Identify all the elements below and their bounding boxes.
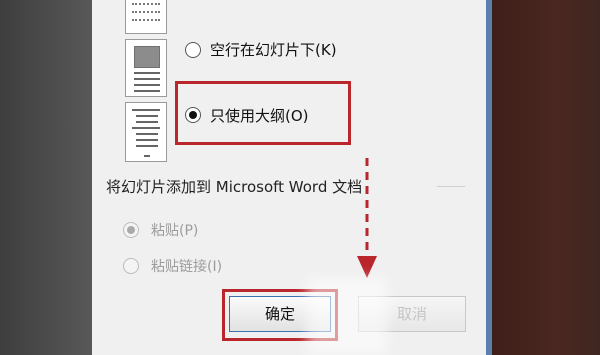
radio-blank-lines[interactable] xyxy=(185,42,201,58)
thumb-line xyxy=(144,155,150,157)
thumb-line xyxy=(136,133,158,135)
section-divider xyxy=(437,186,465,187)
thumb-line xyxy=(136,115,158,117)
thumb-wave xyxy=(132,19,160,27)
radio-paste[interactable] xyxy=(123,222,139,238)
label-paste-link[interactable]: 粘贴链接(I) xyxy=(151,256,222,276)
thumb-line xyxy=(134,90,160,92)
section-title-add-to-word: 将幻灯片添加到 Microsoft Word 文档 xyxy=(106,178,363,196)
screen-glare xyxy=(307,278,387,355)
send-to-word-dialog: 空行在幻灯片下(K) 只使用大纲(O) 将幻灯片添加到 Microsoft Wo… xyxy=(92,0,486,355)
thumb-wave xyxy=(132,3,160,11)
radio-paste-link[interactable] xyxy=(123,258,139,274)
thumb-line xyxy=(136,145,158,147)
label-outline-only[interactable]: 只使用大纲(O) xyxy=(210,105,309,126)
thumb-wave xyxy=(132,11,160,19)
thumb-line xyxy=(136,139,158,141)
label-blank-lines[interactable]: 空行在幻灯片下(K) xyxy=(210,39,337,60)
layout-thumbnail-outline xyxy=(125,102,167,162)
thumb-slide xyxy=(134,46,160,68)
background-right xyxy=(492,0,600,355)
thumb-line xyxy=(134,84,160,86)
thumb-line xyxy=(134,78,160,80)
thumb-line xyxy=(136,121,158,123)
thumb-line xyxy=(132,109,160,111)
background-left xyxy=(0,0,92,355)
layout-thumbnail-blank-lines xyxy=(125,39,167,97)
thumb-line xyxy=(132,127,160,129)
annotation-arrow-icon xyxy=(357,158,377,278)
label-paste[interactable]: 粘贴(P) xyxy=(151,220,198,240)
radio-outline-only[interactable] xyxy=(185,107,201,123)
thumb-line xyxy=(134,72,160,74)
layout-thumbnail-notes-below xyxy=(125,0,167,34)
